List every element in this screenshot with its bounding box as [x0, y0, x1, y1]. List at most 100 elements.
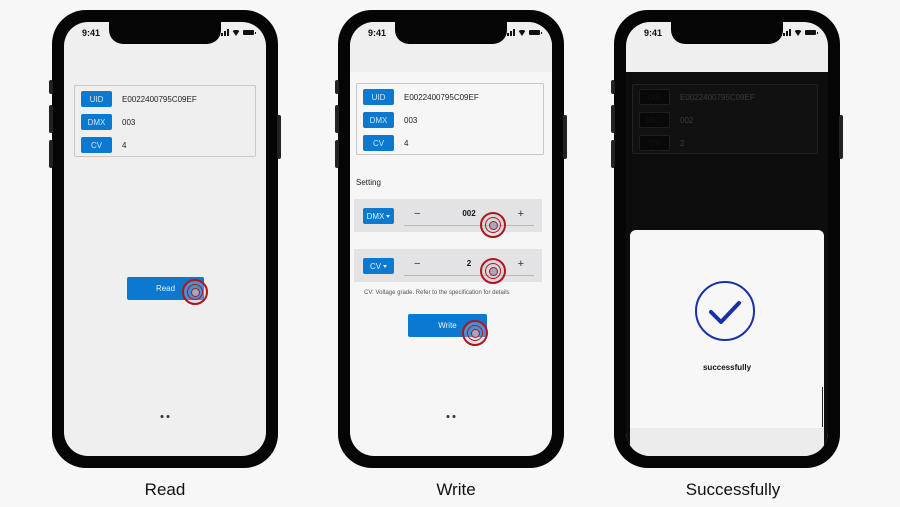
- check-circle-icon: [695, 281, 755, 341]
- cv-stepper: − 2 +: [404, 254, 534, 276]
- caption-write: Write: [436, 480, 476, 499]
- cv-setting-row: CV − 2 +: [354, 249, 542, 282]
- dmx-select-label: DMX: [366, 211, 385, 221]
- device-info-panel: UID E0022400795C09EF DMX 002 CV 2: [632, 84, 818, 154]
- battery-icon: [529, 30, 542, 35]
- cv-hint: CV: Voltage grade. Refer to the specific…: [364, 290, 510, 296]
- cv-tag: CV: [81, 137, 112, 153]
- cv-tag: CV: [363, 135, 394, 151]
- dmx-value: 002: [680, 115, 694, 125]
- dmx-tag: DMX: [363, 112, 394, 128]
- battery-icon: [243, 30, 256, 35]
- dmx-setting-row: DMX − 002 +: [354, 199, 542, 232]
- uid-tag: UID: [639, 89, 670, 105]
- phone-read: 9:41 UID E0022400795C09EF DMX 003 CV 4 R…: [49, 10, 281, 468]
- info-row-dmx: DMX 003: [81, 114, 135, 130]
- page-dot: [166, 415, 170, 418]
- page-dot: [160, 415, 164, 418]
- dmx-select[interactable]: DMX: [363, 208, 394, 224]
- tap-indicator-icon: [182, 279, 208, 305]
- status-icons: [780, 29, 818, 36]
- status-icons: [218, 29, 256, 36]
- dmx-stepper-value[interactable]: 002: [404, 209, 534, 218]
- dmx-value: 003: [122, 117, 136, 127]
- setting-label: Setting: [356, 178, 381, 187]
- page-dot: [452, 415, 456, 418]
- volume-up-button: [611, 105, 615, 133]
- dmx-stepper: − 002 +: [404, 204, 534, 226]
- info-row-dmx: DMX 002: [639, 112, 693, 128]
- cv-value: 4: [122, 140, 127, 150]
- power-button: [277, 115, 281, 159]
- cv-increment-button[interactable]: +: [518, 258, 524, 270]
- signal-icon: [780, 29, 791, 36]
- dmx-tag: DMX: [639, 112, 670, 128]
- dmx-value: 003: [404, 115, 418, 125]
- status-time: 9:41: [644, 28, 663, 38]
- cv-stepper-value[interactable]: 2: [404, 259, 534, 268]
- info-row-uid: UID E0022400795C09EF: [81, 91, 197, 107]
- mute-switch: [335, 80, 339, 94]
- volume-up-button: [49, 105, 53, 133]
- info-row-dmx: DMX 003: [363, 112, 417, 128]
- cv-value: 2: [680, 138, 685, 148]
- signal-icon: [218, 29, 229, 36]
- info-row-cv: CV 2: [639, 135, 684, 151]
- cv-value: 4: [404, 138, 409, 148]
- tap-indicator-icon: [480, 212, 506, 238]
- screen: 9:41 UID E0022400795C09EF DMX 002 CV 2 s…: [626, 22, 828, 456]
- cv-tag: CV: [639, 135, 670, 151]
- screen: 9:41 UID E0022400795C09EF DMX 003 CV 4: [350, 22, 552, 456]
- phone-write: 9:41 UID E0022400795C09EF DMX 003 CV 4 S…: [335, 10, 567, 468]
- dmx-tag: DMX: [81, 114, 112, 130]
- info-row-cv: CV 4: [81, 137, 126, 153]
- cv-select-label: CV: [369, 261, 382, 271]
- status-icons: [504, 29, 542, 36]
- info-row-cv: CV 4: [363, 135, 408, 151]
- device-info-panel: UID E0022400795C09EF DMX 003 CV 4: [356, 83, 544, 155]
- status-time: 9:41: [368, 28, 387, 38]
- signal-icon: [504, 29, 515, 36]
- modal-footer: [630, 428, 824, 456]
- scrollbar[interactable]: [821, 387, 823, 427]
- power-button: [563, 115, 567, 159]
- success-message: successfully: [702, 363, 752, 372]
- page-dot: [446, 415, 450, 418]
- uid-value: E0022400795C09EF: [680, 92, 755, 102]
- caption-success: Successfully: [685, 480, 781, 499]
- uid-value: E0022400795C09EF: [122, 94, 197, 104]
- uid-tag: UID: [81, 91, 112, 107]
- notch: [109, 22, 221, 44]
- uid-tag: UID: [363, 89, 394, 105]
- tap-indicator-icon: [480, 258, 506, 284]
- volume-down-button: [335, 140, 339, 168]
- cv-select[interactable]: CV: [363, 258, 394, 274]
- caption-read: Read: [144, 480, 186, 499]
- volume-down-button: [611, 140, 615, 168]
- info-row-uid: UID E0022400795C09EF: [363, 89, 479, 105]
- tap-indicator-icon: [462, 320, 488, 346]
- screen: 9:41 UID E0022400795C09EF DMX 003 CV 4: [64, 22, 266, 456]
- wifi-icon: [794, 29, 802, 36]
- caret-down-icon: [383, 264, 388, 268]
- wifi-icon: [232, 29, 240, 36]
- notch: [395, 22, 507, 44]
- mute-switch: [611, 80, 615, 94]
- mute-switch: [49, 80, 53, 94]
- caret-down-icon: [386, 214, 391, 218]
- page-indicator: [160, 415, 170, 418]
- wifi-icon: [518, 29, 526, 36]
- success-modal: successfully: [630, 230, 824, 456]
- dmx-increment-button[interactable]: +: [518, 208, 524, 220]
- stage: 9:41 UID E0022400795C09EF DMX 003 CV 4 R…: [0, 0, 900, 507]
- uid-value: E0022400795C09EF: [404, 92, 479, 102]
- phone-success: 9:41 UID E0022400795C09EF DMX 002 CV 2 s…: [611, 10, 843, 468]
- info-row-uid: UID E0022400795C09EF: [639, 89, 755, 105]
- notch: [671, 22, 783, 44]
- status-time: 9:41: [82, 28, 101, 38]
- page-indicator: [446, 415, 456, 418]
- battery-icon: [805, 30, 818, 35]
- device-info-panel: UID E0022400795C09EF DMX 003 CV 4: [74, 85, 256, 157]
- power-button: [839, 115, 843, 159]
- volume-down-button: [49, 140, 53, 168]
